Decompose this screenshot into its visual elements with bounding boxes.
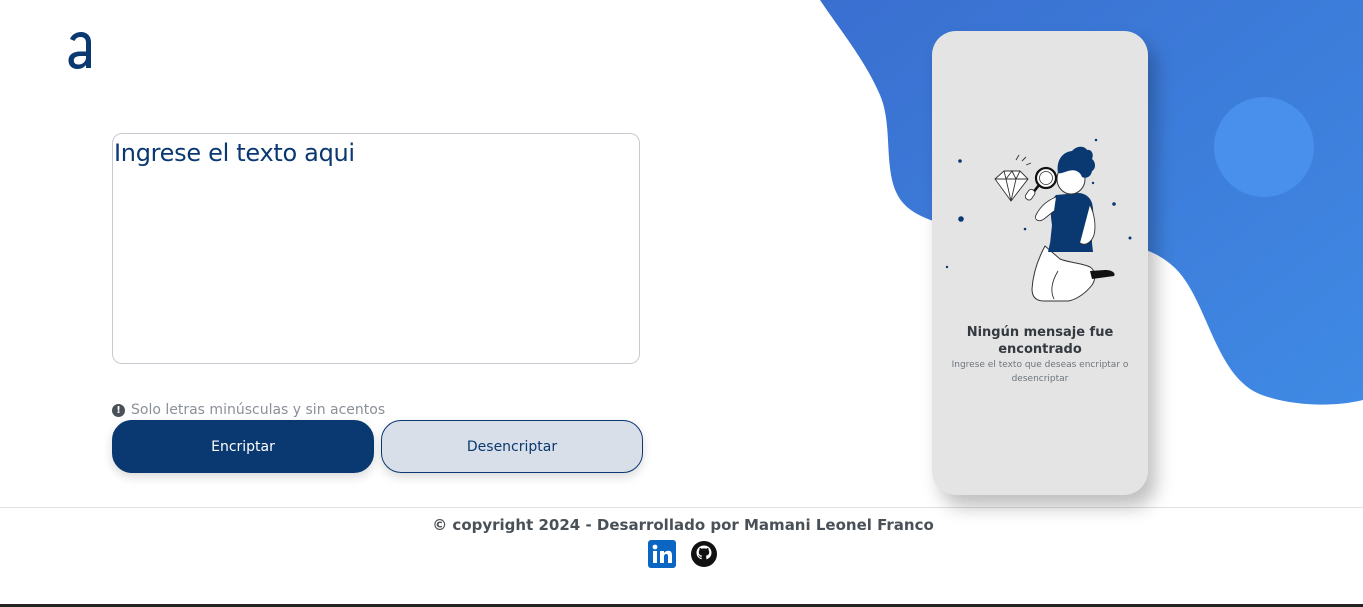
encrypt-button[interactable]: Encriptar: [112, 420, 374, 473]
github-icon[interactable]: [690, 540, 718, 568]
exclamation-circle-icon: !: [112, 403, 125, 417]
empty-state-title: Ningún mensaje fue encontrado: [966, 325, 1114, 357]
hint-text: Solo letras minúsculas y sin acentos: [131, 402, 386, 418]
footer-copyright: © copyright 2024 - Desarrollado por Mama…: [432, 516, 934, 534]
linkedin-icon[interactable]: [648, 540, 676, 568]
footer-divider: [0, 507, 1363, 508]
decrypt-button[interactable]: Desencriptar: [381, 420, 643, 473]
message-textarea[interactable]: Ingrese el texto aqui: [112, 133, 640, 364]
textarea-placeholder: Ingrese el texto aqui: [114, 139, 355, 167]
input-hint: ! Solo letras minúsculas y sin acentos: [112, 401, 385, 419]
person-with-magnifier-illustration: [945, 138, 1132, 302]
output-panel: Ningún mensaje fue encontrado Ingrese el…: [932, 31, 1148, 495]
empty-state-subtitle: Ingrese el texto que deseas encriptar o …: [951, 360, 1129, 384]
alura-a-logo-icon[interactable]: [64, 28, 96, 72]
